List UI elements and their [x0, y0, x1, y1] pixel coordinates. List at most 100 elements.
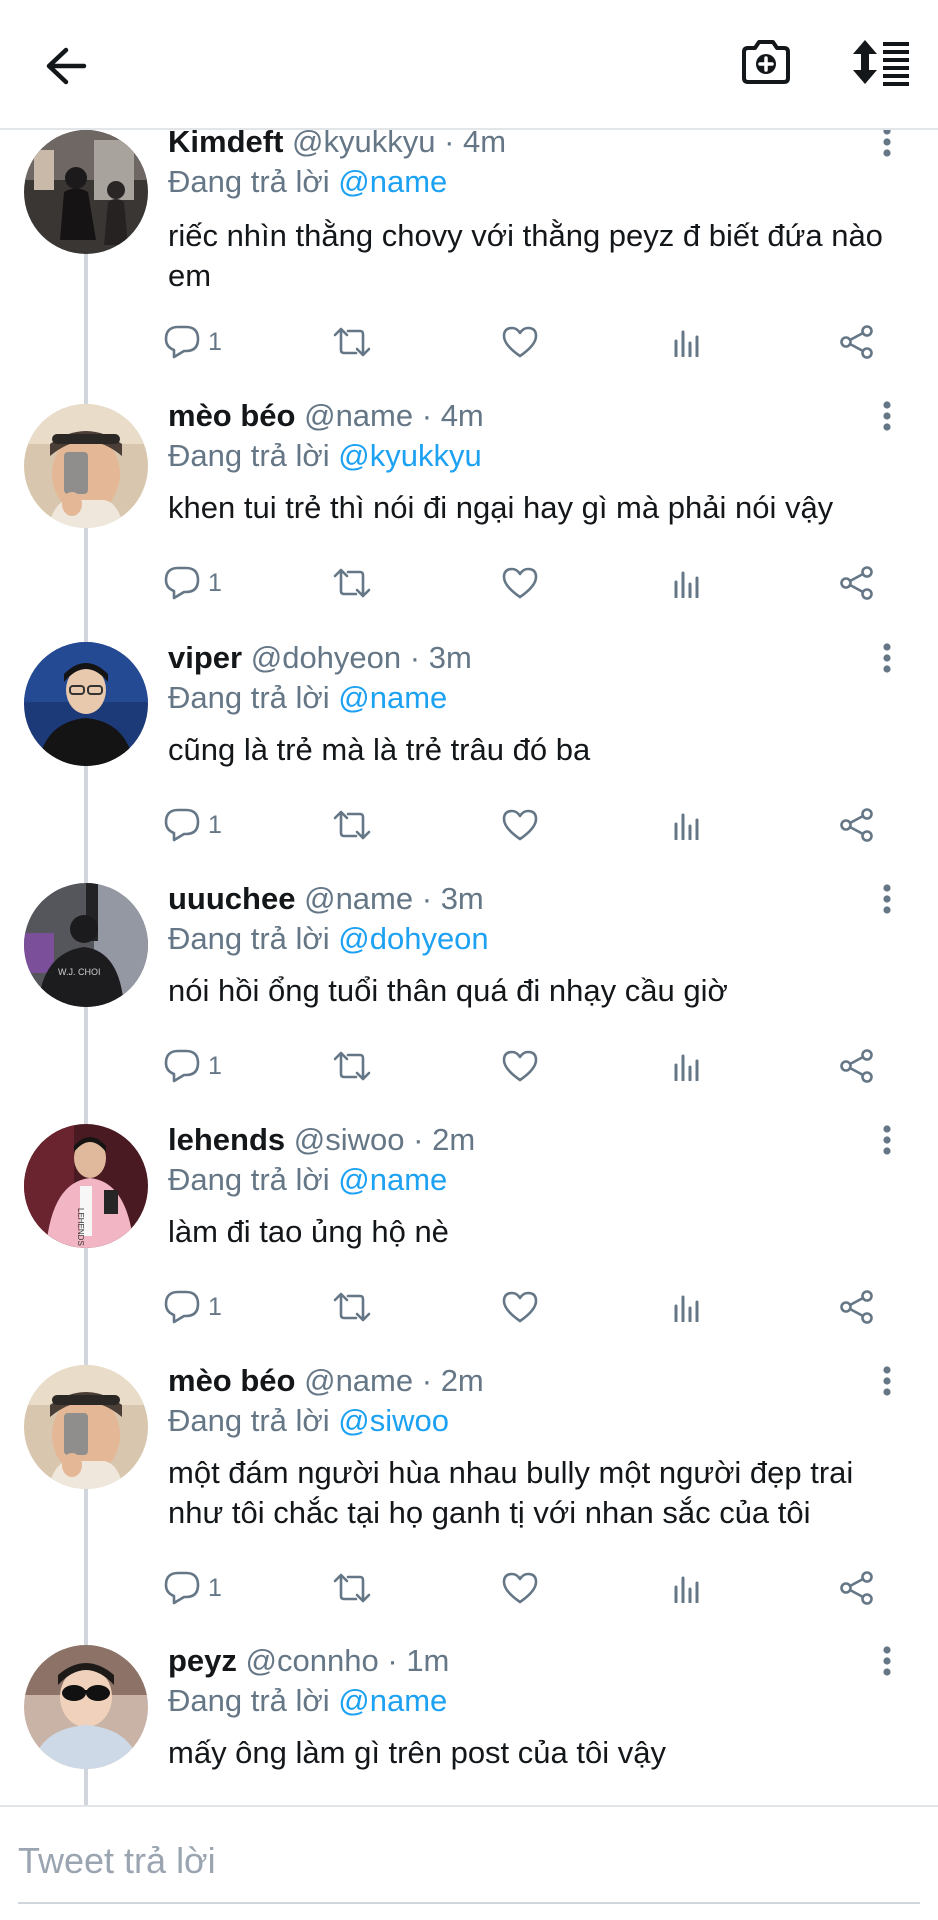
timestamp[interactable]: 4m: [441, 398, 484, 433]
separator-dot: ·: [421, 1363, 433, 1398]
replying-to: Đang trả lời @dohyeon: [168, 919, 489, 959]
reply-button[interactable]: 1: [164, 317, 222, 367]
like-button[interactable]: [502, 558, 538, 608]
analytics-button[interactable]: [672, 1282, 702, 1332]
share-button[interactable]: [840, 1563, 874, 1613]
reply-button[interactable]: 1: [164, 800, 222, 850]
timestamp[interactable]: 2m: [432, 1122, 475, 1157]
retweet-button[interactable]: [332, 800, 372, 850]
tweet-header: mèo béo @name · 4m: [168, 396, 484, 436]
like-button[interactable]: [502, 1282, 538, 1332]
tweet-text: khen tui trẻ thì nói đi ngại hay gì mà p…: [168, 490, 834, 525]
more-options-button[interactable]: [872, 396, 902, 436]
reply-count: 1: [208, 810, 222, 839]
avatar[interactable]: [24, 1645, 148, 1769]
share-button[interactable]: [840, 1041, 874, 1091]
retweet-button[interactable]: [332, 1563, 372, 1613]
display-name[interactable]: mèo béo: [168, 398, 295, 433]
tweet-text: một đám người hùa nhau bully một người đ…: [168, 1455, 854, 1530]
separator-dot: ·: [387, 1643, 398, 1678]
share-icon: [840, 1571, 873, 1605]
display-name[interactable]: lehends: [168, 1122, 285, 1157]
timestamp[interactable]: 4m: [463, 130, 506, 159]
timestamp[interactable]: 1m: [406, 1643, 449, 1678]
user-handle[interactable]: @name: [304, 1363, 413, 1398]
avatar[interactable]: [24, 642, 148, 766]
analytics-button[interactable]: [672, 1041, 702, 1091]
camera-plus-icon: [742, 40, 790, 84]
user-handle[interactable]: @name: [304, 398, 413, 433]
display-name[interactable]: peyz: [168, 1643, 237, 1678]
tweet-text: nói hồi ổng tuổi thân quá đi nhạy cầu gi…: [168, 973, 728, 1008]
display-name[interactable]: viper: [168, 640, 242, 675]
more-options-button[interactable]: [872, 1641, 902, 1681]
more-options-button[interactable]: [872, 879, 902, 919]
analytics-button[interactable]: [672, 317, 702, 367]
timestamp[interactable]: 3m: [429, 640, 472, 675]
retweet-button[interactable]: [332, 1041, 372, 1091]
avatar[interactable]: [24, 1365, 148, 1489]
reply-button[interactable]: 1: [164, 1282, 222, 1332]
share-icon: [840, 808, 873, 842]
mention-link[interactable]: @name: [338, 164, 447, 199]
more-vertical-icon: [883, 884, 891, 914]
analytics-button[interactable]: [672, 800, 702, 850]
analytics-button[interactable]: [672, 1563, 702, 1613]
reply-button[interactable]: 1: [164, 558, 222, 608]
camera-button[interactable]: [736, 32, 796, 92]
tweet-actions: 1: [164, 800, 904, 850]
bar-chart-icon: [674, 330, 699, 357]
analytics-button[interactable]: [672, 558, 702, 608]
share-icon: [840, 1049, 873, 1083]
replying-to-label: Đang trả lời: [168, 680, 330, 715]
user-handle[interactable]: @kyukkyu: [292, 130, 435, 159]
display-name[interactable]: Kimdeft: [168, 130, 283, 159]
user-handle[interactable]: @name: [304, 881, 413, 916]
more-vertical-icon: [883, 130, 891, 157]
user-handle[interactable]: @connho: [246, 1643, 379, 1678]
like-button[interactable]: [502, 800, 538, 850]
retweet-button[interactable]: [332, 1282, 372, 1332]
avatar[interactable]: LEHENDS: [24, 1124, 148, 1248]
sort-button[interactable]: [846, 32, 916, 92]
reply-button[interactable]: 1: [164, 1563, 222, 1613]
timestamp[interactable]: 3m: [441, 881, 484, 916]
mention-link[interactable]: @siwoo: [338, 1403, 449, 1438]
svg-text:LEHENDS: LEHENDS: [76, 1208, 85, 1246]
mention-link[interactable]: @name: [338, 1162, 447, 1197]
like-button[interactable]: [502, 1563, 538, 1613]
display-name[interactable]: mèo béo: [168, 1363, 295, 1398]
reply-button[interactable]: 1: [164, 1041, 222, 1091]
user-handle[interactable]: @dohyeon: [251, 640, 401, 675]
mention-link[interactable]: @dohyeon: [338, 921, 488, 956]
reply-icon: [164, 566, 200, 600]
retweet-icon: [333, 810, 371, 840]
more-options-button[interactable]: [872, 130, 902, 162]
more-options-button[interactable]: [872, 1120, 902, 1160]
tweet-header: uuuchee @name · 3m: [168, 879, 484, 919]
mention-link[interactable]: @kyukkyu: [338, 438, 481, 473]
retweet-button[interactable]: [332, 317, 372, 367]
user-handle[interactable]: @siwoo: [294, 1122, 405, 1157]
share-button[interactable]: [840, 1282, 874, 1332]
separator-dot: ·: [421, 881, 433, 916]
mention-link[interactable]: @name: [338, 680, 447, 715]
avatar[interactable]: W.J. CHOI: [24, 883, 148, 1007]
timestamp[interactable]: 2m: [441, 1363, 484, 1398]
avatar[interactable]: [24, 404, 148, 528]
share-button[interactable]: [840, 558, 874, 608]
tweet-actions: 1: [164, 1282, 904, 1332]
retweet-button[interactable]: [332, 558, 372, 608]
tweet-header: lehends @siwoo · 2m: [168, 1120, 475, 1160]
reply-input[interactable]: [18, 1831, 918, 1891]
back-button[interactable]: [36, 36, 96, 96]
share-button[interactable]: [840, 800, 874, 850]
more-options-button[interactable]: [872, 1361, 902, 1401]
like-button[interactable]: [502, 1041, 538, 1091]
mention-link[interactable]: @name: [338, 1683, 447, 1718]
like-button[interactable]: [502, 317, 538, 367]
share-button[interactable]: [840, 317, 874, 367]
more-options-button[interactable]: [872, 638, 902, 678]
display-name[interactable]: uuuchee: [168, 881, 295, 916]
avatar[interactable]: [24, 130, 148, 254]
